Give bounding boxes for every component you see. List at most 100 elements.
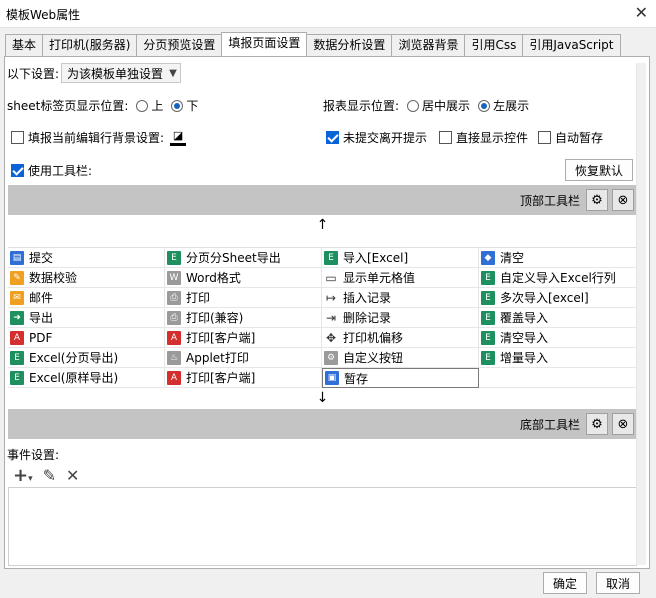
report-left-label: 左展示 bbox=[493, 99, 530, 113]
up-arrow-icon[interactable]: ↑ bbox=[8, 217, 637, 237]
toolbar-item-label: 导入[Excel] bbox=[343, 251, 409, 265]
toolbar-item[interactable]: A PDF bbox=[8, 328, 165, 348]
title-bar: 模板Web属性 ✕ bbox=[0, 0, 656, 28]
toolbar-item-label: 提交 bbox=[29, 251, 54, 265]
pdf-icon: A bbox=[167, 330, 181, 345]
tab-3[interactable]: 填报页面设置 bbox=[221, 32, 308, 56]
scrollbar[interactable] bbox=[636, 63, 646, 565]
toolbar-item-label: 清空导入 bbox=[500, 331, 549, 345]
toolbar-item[interactable]: ♨ Applet打印 bbox=[165, 348, 322, 368]
toolbar-item-label: 清空 bbox=[500, 251, 525, 265]
toolbar-item[interactable]: E Excel(分页导出) bbox=[8, 348, 165, 368]
restore-default-button[interactable]: 恢复默认 bbox=[565, 159, 633, 181]
unsubmitted-row: 未提交离开提示 直接显示控件 自动暂存 bbox=[326, 129, 603, 146]
delete-icon[interactable]: ✕ bbox=[66, 466, 79, 485]
toolbar-item-label: Excel(原样导出) bbox=[29, 371, 119, 385]
events-toolbar: +▾ ✎ ✕ bbox=[13, 465, 79, 486]
toolbar-item[interactable]: ✉ 邮件 bbox=[8, 288, 165, 308]
gear-icon[interactable]: ⚙ bbox=[586, 413, 608, 435]
following-settings-label: 以下设置: bbox=[7, 66, 60, 81]
fill-bg-checkbox[interactable] bbox=[11, 131, 24, 144]
add-icon[interactable]: +▾ bbox=[13, 465, 33, 486]
sheet-top-label: 上 bbox=[151, 99, 164, 113]
toolbar-item-label: 分页分Sheet导出 bbox=[186, 251, 281, 265]
bottom-toolbar-label: 底部工具栏 bbox=[519, 418, 580, 432]
sheet-position-label: sheet标签页显示位置: bbox=[7, 99, 129, 113]
toolbar-item[interactable]: ✎ 数据校验 bbox=[8, 268, 165, 288]
toolbar-item[interactable]: ↦ 插入记录 bbox=[322, 288, 479, 308]
report-left-radio[interactable] bbox=[478, 99, 491, 112]
tab-7[interactable]: 引用JavaScript bbox=[522, 34, 621, 56]
toolbar-item[interactable]: ⎙ 打印 bbox=[165, 288, 322, 308]
sheet-bottom-label: 下 bbox=[186, 99, 199, 113]
tab-2[interactable]: 分页预览设置 bbox=[136, 34, 223, 56]
toolbar-item[interactable]: E 多次导入[excel] bbox=[479, 288, 637, 308]
toolbar-item[interactable]: E 覆盖导入 bbox=[479, 308, 637, 328]
toolbar-item[interactable]: E Excel(原样导出) bbox=[8, 368, 165, 388]
events-list[interactable] bbox=[8, 487, 637, 566]
toolbar-item[interactable]: W Word格式 bbox=[165, 268, 322, 288]
tab-4[interactable]: 数据分析设置 bbox=[306, 34, 393, 56]
toolbar-item[interactable]: E 分页分Sheet导出 bbox=[165, 248, 322, 268]
report-center-radio[interactable] bbox=[407, 99, 420, 112]
excel-icon: E bbox=[167, 250, 181, 265]
toolbar-item-label: 打印机偏移 bbox=[343, 331, 404, 345]
paint-bucket-icon[interactable]: ◪ bbox=[170, 129, 187, 146]
toolbar-item[interactable]: ✥ 打印机偏移 bbox=[322, 328, 479, 348]
toolbar-item[interactable]: A 打印[客户端] bbox=[165, 328, 322, 348]
following-settings-select[interactable]: 为该模板单独设置 ▼ bbox=[61, 63, 181, 83]
sheet-bottom-radio[interactable] bbox=[171, 99, 184, 112]
toolbar-item[interactable]: ▤ 提交 bbox=[8, 248, 165, 268]
direct-display-checkbox[interactable] bbox=[439, 131, 453, 144]
toolbar-item[interactable]: E 增量导入 bbox=[479, 348, 637, 368]
remove-icon[interactable]: ⊗ bbox=[612, 413, 634, 435]
toolbar-item-label: 暂存 bbox=[344, 371, 369, 386]
toolbar-item[interactable]: ⇥ 删除记录 bbox=[322, 308, 479, 328]
window-title: 模板Web属性 bbox=[6, 8, 81, 22]
unsubmitted-checkbox[interactable] bbox=[326, 131, 339, 144]
down-arrow-icon[interactable]: ↓ bbox=[8, 390, 637, 410]
applet-icon: ♨ bbox=[167, 350, 181, 365]
toolbar-item-label: Word格式 bbox=[186, 271, 241, 285]
toolbar-item-label: PDF bbox=[29, 330, 53, 345]
toolbar-item[interactable]: ➜ 导出 bbox=[8, 308, 165, 328]
toolbar-item[interactable]: E 导入[Excel] bbox=[322, 248, 479, 268]
cancel-button[interactable]: 取消 bbox=[596, 572, 640, 594]
toolbar-item[interactable]: ▭ 显示单元格值 bbox=[322, 268, 479, 288]
autosave-checkbox[interactable] bbox=[538, 131, 552, 144]
use-toolbar-checkbox[interactable] bbox=[11, 164, 24, 177]
toolbar-item-label: 数据校验 bbox=[29, 271, 78, 285]
excel-icon: E bbox=[481, 290, 495, 305]
toolbar-item[interactable]: E 自定义导入Excel行列 bbox=[479, 268, 637, 288]
tab-6[interactable]: 引用Css bbox=[464, 34, 524, 56]
tab-0[interactable]: 基本 bbox=[5, 34, 44, 56]
toolbar-item[interactable]: ⚙ 自定义按钮 bbox=[322, 348, 479, 368]
eraser-icon: ◆ bbox=[481, 250, 495, 265]
toolbar-item-label: 多次导入[excel] bbox=[500, 291, 589, 305]
report-center-label: 居中展示 bbox=[422, 99, 471, 113]
pdf-icon: A bbox=[167, 370, 181, 385]
toolbar-item-label: 覆盖导入 bbox=[500, 311, 549, 325]
toolbar-item[interactable]: ▣ 暂存 bbox=[322, 368, 479, 388]
toolbar-item-label: 打印 bbox=[186, 291, 211, 305]
sheet-position-row: sheet标签页显示位置: 上 下 bbox=[7, 97, 198, 114]
toolbar-item[interactable]: A 打印[客户端] bbox=[165, 368, 322, 388]
use-toolbar-row: 使用工具栏: bbox=[11, 162, 92, 179]
excel-icon: E bbox=[481, 350, 495, 365]
print-icon: ⎙ bbox=[167, 310, 181, 325]
gear-icon[interactable]: ⚙ bbox=[586, 189, 608, 211]
edit-icon[interactable]: ✎ bbox=[43, 466, 56, 485]
toolbar-item[interactable]: ⎙ 打印(兼容) bbox=[165, 308, 322, 328]
remove-icon[interactable]: ⊗ bbox=[612, 189, 634, 211]
fill-page-settings-panel: 以下设置: 为该模板单独设置 ▼ sheet标签页显示位置: 上 下 报表显示位… bbox=[4, 56, 650, 569]
close-icon[interactable]: ✕ bbox=[635, 3, 648, 22]
ok-button[interactable]: 确定 bbox=[543, 572, 587, 594]
tab-1[interactable]: 打印机(服务器) bbox=[42, 34, 138, 56]
excel-icon: E bbox=[10, 370, 24, 385]
sheet-top-radio[interactable] bbox=[136, 99, 149, 112]
tab-5[interactable]: 浏览器背景 bbox=[391, 34, 466, 56]
move-icon: ✥ bbox=[325, 330, 337, 345]
word-icon: W bbox=[167, 270, 181, 285]
toolbar-item[interactable]: ◆ 清空 bbox=[479, 248, 637, 268]
toolbar-item[interactable]: E 清空导入 bbox=[479, 328, 637, 348]
